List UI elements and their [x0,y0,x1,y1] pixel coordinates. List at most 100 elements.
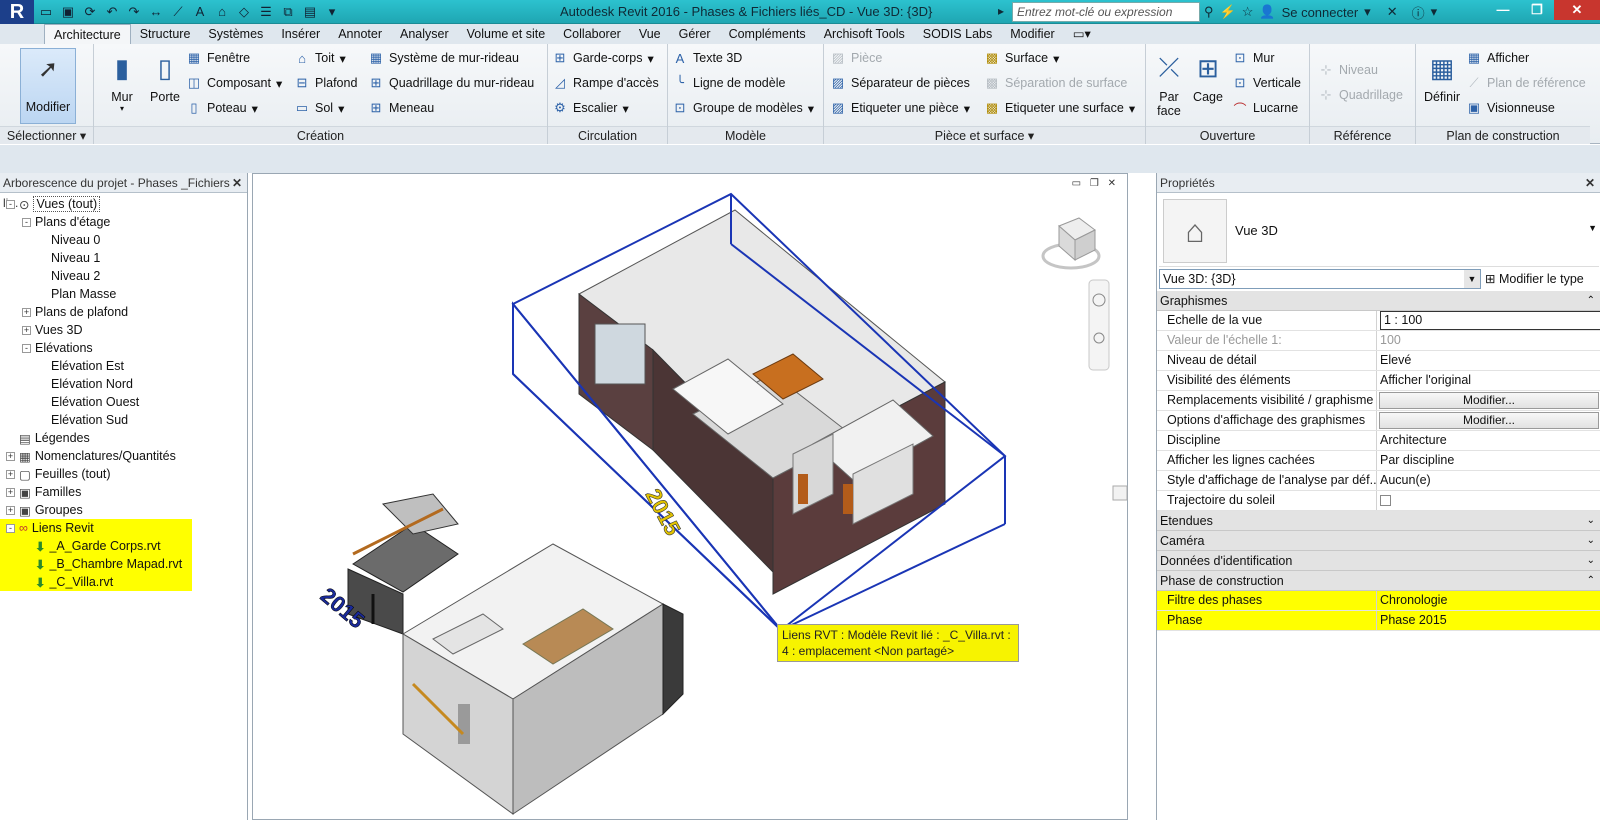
graphic-options-button[interactable]: Modifier... [1379,412,1599,429]
tab-analyser[interactable]: Analyser [391,24,458,44]
room-separator-button[interactable]: ▨ Séparateur de pièces [830,73,970,93]
expand-icon[interactable]: + [6,469,15,479]
tag-room-button[interactable]: ▨ Etiqueter une pièce ▾ [830,98,970,118]
panel-label-piece[interactable]: Pièce et surface ▾ [824,126,1145,144]
text-icon[interactable]: A [190,3,210,21]
redo-icon[interactable]: ↷ [124,3,144,21]
floor-button[interactable]: ▭ Sol ▾ [294,98,345,118]
instance-selector[interactable]: Vue 3D: {3D} ▼ [1159,269,1481,289]
undo-icon[interactable]: ↶ [102,3,122,21]
tree-node[interactable]: Niveau 1 [0,249,100,267]
group-donnees[interactable]: Données d'identification ⌄ [1157,551,1600,571]
tree-node[interactable]: Elévation Ouest [0,393,139,411]
close-icon[interactable]: ✕ [232,173,242,193]
tab-sodis[interactable]: SODIS Labs [914,24,1001,44]
tab-architecture[interactable]: Architecture [44,24,131,44]
panel-label-select[interactable]: Sélectionner ▾ [0,126,93,144]
tree-node[interactable]: Plan Masse [0,285,116,303]
tab-archisoft[interactable]: Archisoft Tools [815,24,914,44]
sync-icon[interactable]: ⟳ [80,3,100,21]
group-graphismes[interactable]: Graphismes ⌃ [1157,291,1600,311]
window-button[interactable]: ▦ Fenêtre [186,48,250,68]
show-plane-button[interactable]: ▦ Afficher [1466,48,1529,68]
navigation-bar[interactable] [1088,279,1110,371]
grid-button[interactable]: ⊹ Quadrillage [1318,85,1403,105]
more-icon[interactable]: ▾ [322,3,342,21]
binoculars-icon[interactable]: ⚲ [1204,4,1214,20]
tree-node[interactable]: + ▣ Groupes [0,501,83,519]
group-etendues[interactable]: Etendues ⌄ [1157,511,1600,531]
restore-button[interactable]: ❐ [1520,0,1554,20]
tab-collaborer[interactable]: Collaborer [554,24,630,44]
curtain-grid-button[interactable]: ⊞ Quadrillage du mur-rideau [368,73,535,93]
tab-vue[interactable]: Vue [630,24,670,44]
tree-node[interactable]: Elévation Est [0,357,124,375]
ribbon-minimize-icon[interactable]: ▭▾ [1064,24,1100,44]
tree-node[interactable]: + Plans de plafond [0,303,128,321]
subscription-icon[interactable]: ⚡ [1220,4,1236,20]
model-text-button[interactable]: A Texte 3D [672,48,743,68]
tree-node[interactable]: Elévation Sud [0,411,128,429]
tab-systemes[interactable]: Systèmes [199,24,272,44]
ramp-button[interactable]: ◿ Rampe d'accès [552,73,659,93]
tree-node[interactable]: ▤ Légendes [0,429,90,447]
view-scale-field[interactable]: 1 : 100 [1377,311,1600,330]
close-hidden-icon[interactable]: ⧉ [278,3,298,21]
minimize-button[interactable]: — [1486,0,1520,20]
search-input[interactable]: Entrez mot-clé ou expression [1012,2,1200,22]
wall-opening-button[interactable]: ⊡ Mur [1232,48,1275,68]
hidden-lines-field[interactable]: Par discipline [1377,451,1600,470]
area-boundary-button[interactable]: ▩ Séparation de surface [984,73,1127,93]
door-button[interactable]: ▯ Porte [144,48,186,105]
tree-node[interactable]: ⬇ _C_Villa.rvt [0,573,192,591]
group-phase[interactable]: Phase de construction ⌃ [1157,571,1600,591]
thin-lines-icon[interactable]: ☰ [256,3,276,21]
save-icon[interactable]: ▣ [58,3,78,21]
tab-inserer[interactable]: Insérer [272,24,329,44]
help-menu-icon[interactable]: ▾ [1431,4,1438,20]
curtain-system-button[interactable]: ▦ Système de mur-rideau [368,48,519,68]
close-button[interactable]: ✕ [1554,0,1600,20]
model-line-button[interactable]: ╰ Ligne de modèle [672,73,785,93]
set-plane-button[interactable]: ▦ Définir [1420,48,1464,105]
3d-viewport[interactable]: ▭ ❐ ✕ 2015 2015 Liens RVT: Modèle Revit… [252,173,1128,820]
analysis-style-field[interactable]: Aucun(e) [1377,471,1600,490]
favorites-icon[interactable]: ☆ [1242,4,1254,20]
dormer-button[interactable]: ⌒ Lucarne [1232,98,1298,118]
group-camera[interactable]: Caméra ⌄ [1157,531,1600,551]
expand-icon[interactable]: + [6,451,15,461]
discipline-field[interactable]: Architecture [1377,431,1600,450]
tree-node[interactable]: + ▦ Nomenclatures/Quantités [0,447,176,465]
level-button[interactable]: ⊹ Niveau [1318,60,1378,80]
dimension-icon[interactable]: ⟋ [168,3,188,21]
ceiling-button[interactable]: ⊟ Plafond [294,73,358,93]
tree-node[interactable]: + ▢ Feuilles (tout) [0,465,111,483]
mullion-button[interactable]: ⊞ Meneau [368,98,435,118]
collapse-icon[interactable]: - [6,523,15,533]
tree-node[interactable]: Niveau 0 [0,231,100,249]
close-icon[interactable]: ✕ [1585,173,1595,193]
collapse-icon[interactable]: - [22,343,31,353]
chevron-down-icon[interactable]: ▼ [1588,223,1597,233]
vertical-button[interactable]: ⊡ Verticale [1232,73,1301,93]
phase-field[interactable]: Phase 2015 [1377,611,1600,630]
tree-node[interactable]: - ⊙ Vues (tout) [0,195,101,213]
viewer-button[interactable]: ▣ Visionneuse [1466,98,1555,118]
tab-annoter[interactable]: Annoter [329,24,391,44]
expand-icon[interactable]: + [6,487,15,497]
room-button[interactable]: ▨ Pièce [830,48,882,68]
help-icon[interactable]: ⓘ [1412,3,1425,22]
stair-button[interactable]: ⚙ Escalier ▾ [552,98,629,118]
tab-volume-site[interactable]: Volume et site [458,24,555,44]
model-group-button[interactable]: ⊡ Groupe de modèles ▾ [672,98,815,118]
open-icon[interactable]: ▭ [36,3,56,21]
exchange-icon[interactable]: ✕ [1387,4,1398,20]
tab-modifier[interactable]: Modifier [1001,24,1063,44]
tab-complements[interactable]: Compléments [720,24,815,44]
shaft-button[interactable]: ⊞ Cage [1188,48,1228,105]
vg-overrides-button[interactable]: Modifier... [1379,392,1599,409]
chevron-down-icon[interactable]: ▾ [1364,4,1371,20]
collapse-icon[interactable]: - [6,199,15,209]
measure-icon[interactable]: ↔ [146,3,166,21]
sign-in-button[interactable]: Se connecter [1282,5,1359,20]
